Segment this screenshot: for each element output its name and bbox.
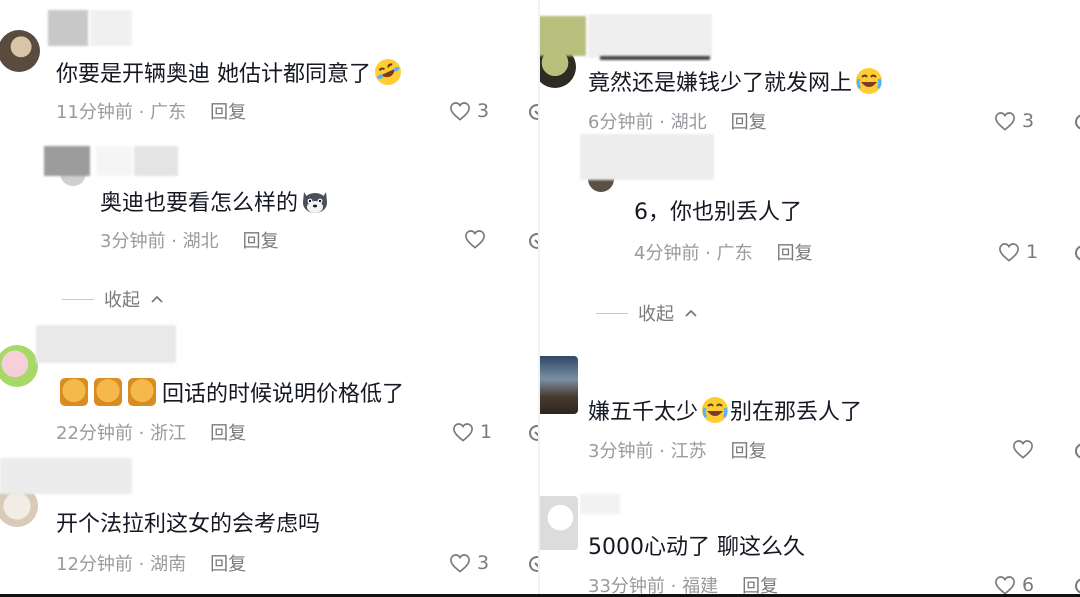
rofl-emoji	[375, 59, 401, 85]
chevron-up-icon	[151, 295, 163, 303]
dislike-icon[interactable]	[1072, 243, 1080, 263]
husky-emoji	[303, 192, 328, 213]
comment-text: 竟然还是嫌钱少了就发网上	[588, 66, 884, 99]
username-redacted	[48, 10, 88, 46]
username-redacted	[90, 10, 132, 46]
like-button[interactable]: 1	[452, 421, 492, 443]
comment-time: 4分钟前	[634, 243, 700, 264]
avatar[interactable]	[540, 356, 578, 414]
like-count: 3	[477, 552, 490, 574]
comment-meta: 3分钟前 · 江苏 回复	[588, 441, 767, 462]
comment-text: 开个法拉利这女的会考虑吗	[56, 512, 321, 537]
right-comment-panel: 竟然还是嫌钱少了就发网上 6分钟前 · 湖北 回复 3 6，你也别丢人了 4分钟前…	[540, 0, 1080, 597]
cat-emoji	[128, 378, 156, 406]
collapse-label: 收起	[638, 304, 674, 325]
username-redacted	[580, 134, 714, 180]
like-button[interactable]: 6	[994, 574, 1034, 596]
comment-text: 奥迪也要看怎么样的	[100, 186, 330, 219]
like-button[interactable]	[1012, 439, 1040, 459]
heart-icon	[452, 422, 474, 442]
heart-icon	[449, 553, 471, 573]
comment-meta: 22分钟前 · 浙江 回复	[56, 423, 247, 444]
crying-laugh-emoji	[702, 397, 729, 423]
comment-location: 湖南	[150, 554, 187, 575]
comment-location: 浙江	[150, 423, 187, 444]
comment-location: 江苏	[670, 441, 707, 462]
like-count: 3	[477, 100, 490, 122]
username-redacted	[600, 56, 710, 60]
comment-time: 3分钟前	[588, 441, 654, 462]
dislike-icon[interactable]	[1072, 441, 1080, 461]
divider-line	[596, 312, 628, 314]
username-redacted	[0, 458, 132, 494]
comment-text: 6，你也别丢人了	[634, 200, 802, 225]
comment-meta: 6分钟前 · 湖北 回复	[588, 112, 767, 133]
heart-icon	[1012, 439, 1034, 459]
username-redacted	[44, 146, 90, 176]
comment-time: 3分钟前	[100, 231, 166, 252]
avatar[interactable]	[0, 345, 38, 387]
comment-meta: 3分钟前 · 湖北 回复	[100, 231, 279, 252]
like-count: 6	[1022, 574, 1035, 596]
like-count: 3	[1022, 110, 1035, 132]
reply-button[interactable]: 回复	[210, 102, 246, 123]
comment-location: 广东	[150, 102, 187, 123]
dislike-icon[interactable]	[1072, 112, 1080, 132]
username-redacted	[96, 146, 132, 176]
divider-line	[62, 298, 94, 300]
heart-icon	[994, 575, 1016, 595]
reply-button[interactable]: 回复	[731, 441, 767, 462]
reply-button[interactable]: 回复	[777, 243, 813, 264]
dislike-icon[interactable]	[1072, 576, 1080, 596]
username-redacted	[580, 494, 620, 514]
comment-time: 22分钟前	[56, 423, 133, 444]
comment-meta: 12分钟前 · 湖南 回复	[56, 554, 247, 575]
comment-location: 广东	[716, 243, 753, 264]
comment-time: 12分钟前	[56, 554, 133, 575]
like-count: 1	[480, 421, 493, 443]
heart-icon	[449, 101, 471, 121]
collapse-replies-button[interactable]: 收起	[596, 300, 698, 326]
username-redacted	[134, 146, 178, 176]
username-redacted	[588, 14, 712, 58]
cat-emoji	[94, 378, 122, 406]
comment-meta: 11分钟前 · 广东 回复	[56, 102, 247, 123]
comment-text: 5000心动了 聊这么久	[588, 535, 805, 560]
username-redacted	[540, 16, 586, 56]
avatar[interactable]	[540, 496, 578, 550]
comment-location: 湖北	[182, 231, 219, 252]
comment-time: 6分钟前	[588, 112, 654, 133]
like-button[interactable]: 3	[449, 552, 489, 574]
avatar[interactable]	[0, 30, 40, 72]
like-button[interactable]	[464, 229, 492, 249]
heart-icon	[998, 242, 1020, 262]
comment-text: 嫌五千太少 别在那丢人了	[588, 395, 862, 428]
cat-emoji	[60, 378, 88, 406]
left-comment-panel: 你要是开辆奥迪 她估计都同意了 11分钟前 · 广东 回复 3 奥迪也要看怎么样的…	[0, 0, 540, 597]
reply-button[interactable]: 回复	[210, 554, 246, 575]
collapse-label: 收起	[104, 290, 140, 311]
crying-laugh-emoji	[856, 68, 883, 94]
like-button[interactable]: 1	[998, 241, 1038, 263]
comment-text: 回话的时候说明价格低了	[60, 378, 404, 410]
chevron-up-icon	[685, 309, 697, 317]
reply-button[interactable]: 回复	[243, 231, 279, 252]
comment-meta: 4分钟前 · 广东 回复	[634, 243, 813, 264]
username-redacted	[36, 325, 176, 363]
reply-button[interactable]: 回复	[731, 112, 767, 133]
reply-button[interactable]: 回复	[210, 423, 246, 444]
like-button[interactable]: 3	[449, 100, 489, 122]
like-button[interactable]: 3	[994, 110, 1034, 132]
heart-icon	[464, 229, 486, 249]
comment-location: 湖北	[670, 112, 707, 133]
comment-text: 你要是开辆奥迪 她估计都同意了	[56, 57, 403, 90]
heart-icon	[994, 111, 1016, 131]
comment-time: 11分钟前	[56, 102, 133, 123]
collapse-replies-button[interactable]: 收起	[62, 286, 164, 312]
like-count: 1	[1026, 241, 1039, 263]
